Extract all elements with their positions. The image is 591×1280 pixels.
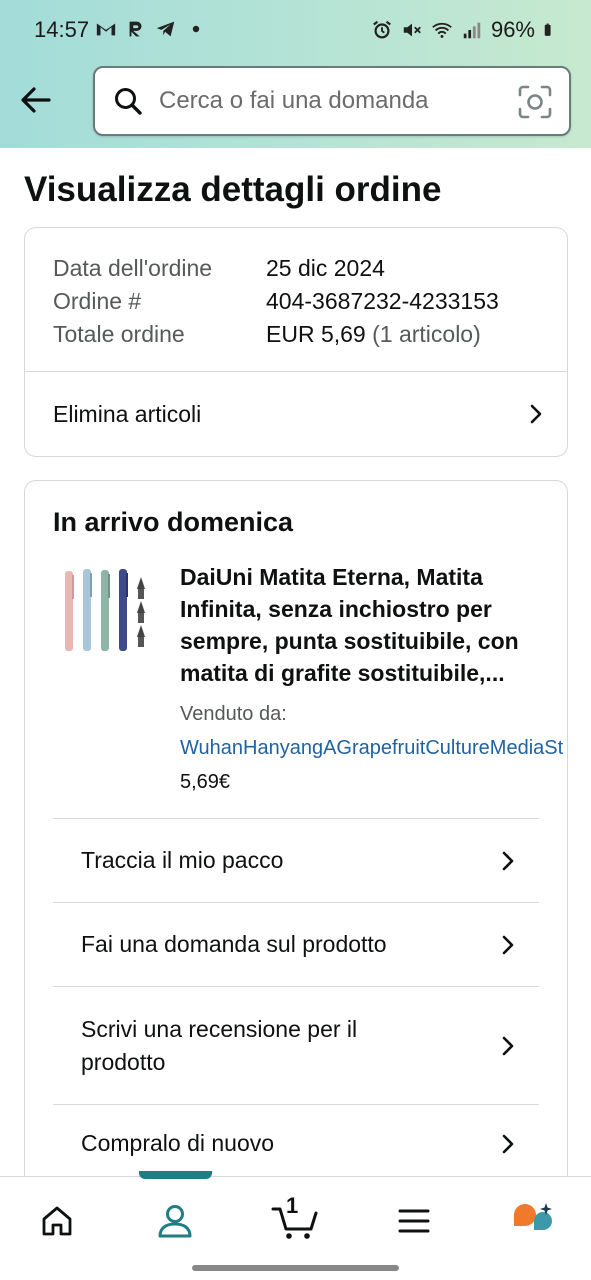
status-notification-icons	[95, 18, 207, 40]
product-title[interactable]: DaiUni Matita Eterna, Matita Infinita, s…	[180, 561, 550, 689]
app-header: 14:57 96%	[0, 0, 591, 148]
search-bar[interactable]	[93, 66, 571, 136]
product-price: 5,69€	[180, 771, 231, 793]
order-total-label: Totale ordine	[53, 321, 185, 347]
cart-count: 1	[286, 1193, 299, 1218]
ask-question-label: Fai una domanda sul prodotto	[81, 931, 387, 957]
order-info-rows: Data dell'ordine 25 dic 2024 Ordine # 40…	[53, 252, 499, 351]
chevron-right-icon	[502, 935, 514, 954]
account-icon	[158, 1205, 192, 1238]
battery-icon	[544, 23, 551, 36]
gmail-icon	[96, 23, 116, 36]
signal-icon	[463, 22, 481, 39]
home-icon	[42, 1206, 72, 1236]
r-app-icon	[129, 21, 142, 37]
order-date-row: Data dell'ordine 25 dic 2024	[53, 252, 499, 285]
status-bar: 14:57 96%	[0, 0, 591, 60]
status-system-icons: 96%	[371, 17, 557, 43]
alarm-icon	[373, 20, 391, 39]
order-total-amount: EUR 5,69	[266, 321, 366, 347]
mute-icon	[403, 23, 421, 37]
pencil-pink	[65, 571, 74, 651]
order-actions-list: Traccia il mio pacco Fai una domanda sul…	[53, 818, 539, 1182]
search-input[interactable]	[159, 87, 489, 115]
nav-account[interactable]	[153, 1199, 197, 1243]
track-package-row[interactable]: Traccia il mio pacco	[53, 818, 539, 902]
order-total-value: EUR 5,69 (1 articolo)	[266, 318, 481, 351]
telegram-icon	[156, 21, 175, 37]
menu-icon	[398, 1209, 430, 1233]
back-button[interactable]	[16, 80, 56, 120]
active-tab-indicator	[139, 1171, 212, 1179]
order-info-card: Data dell'ordine 25 dic 2024 Ordine # 40…	[24, 227, 568, 457]
order-date-label: Data dell'ordine	[53, 255, 213, 281]
write-review-row[interactable]: Scrivi una recensione per il prodotto	[53, 986, 539, 1104]
order-total-row: Totale ordine EUR 5,69 (1 articolo)	[53, 318, 499, 351]
chevron-right-icon	[530, 404, 542, 424]
nav-menu[interactable]	[392, 1199, 436, 1243]
delete-items-label: Elimina articoli	[53, 400, 202, 427]
rufus-icon	[514, 1203, 552, 1230]
product-image[interactable]	[61, 565, 151, 661]
buy-again-row[interactable]: Compralo di nuovo	[53, 1104, 539, 1182]
gesture-bar[interactable]	[192, 1265, 399, 1271]
search-icon	[115, 88, 142, 115]
arrow-left-icon	[21, 87, 51, 113]
chevron-right-icon	[502, 1036, 514, 1055]
battery-percent: 96%	[490, 17, 535, 42]
arrival-heading: In arrivo domenica	[53, 507, 294, 537]
write-review-label: Scrivi una recensione per il prodotto	[81, 1015, 358, 1075]
order-item-count: (1 articolo)	[365, 321, 481, 347]
pencil-blue	[83, 569, 92, 651]
order-number-row: Ordine # 404-3687232-4233153	[53, 285, 499, 318]
page-title: Visualizza dettagli ordine	[24, 170, 442, 209]
seller-label: Venduto da:	[180, 703, 287, 725]
pencil-green	[101, 570, 110, 651]
camera-scan-icon[interactable]	[517, 84, 553, 120]
chevron-right-icon	[502, 1134, 514, 1153]
nav-cart[interactable]: 1	[270, 1193, 320, 1243]
shipment-card: In arrivo domenica DaiUni Matita Eterna,…	[24, 480, 568, 1200]
chevron-right-icon	[502, 851, 514, 870]
delete-items-row[interactable]: Elimina articoli	[53, 372, 547, 456]
wifi-icon	[432, 22, 452, 38]
order-number-value: 404-3687232-4233153	[266, 288, 499, 314]
nav-rufus-assistant[interactable]	[510, 1199, 554, 1243]
dot-icon	[192, 25, 200, 33]
refill-tips	[137, 577, 145, 647]
order-date-value: 25 dic 2024	[266, 255, 385, 281]
seller-link[interactable]: WuhanHanyangAGrapefruitCultureMediaSt	[180, 737, 563, 760]
bottom-navigation: 1	[0, 1171, 591, 1280]
nav-home[interactable]	[35, 1199, 79, 1243]
ask-question-row[interactable]: Fai una domanda sul prodotto	[53, 902, 539, 986]
status-time: 14:57	[34, 17, 90, 42]
buy-again-label: Compralo di nuovo	[81, 1130, 275, 1156]
pencil-navy	[119, 569, 128, 651]
order-number-label: Ordine #	[53, 288, 142, 314]
track-package-label: Traccia il mio pacco	[81, 847, 284, 873]
